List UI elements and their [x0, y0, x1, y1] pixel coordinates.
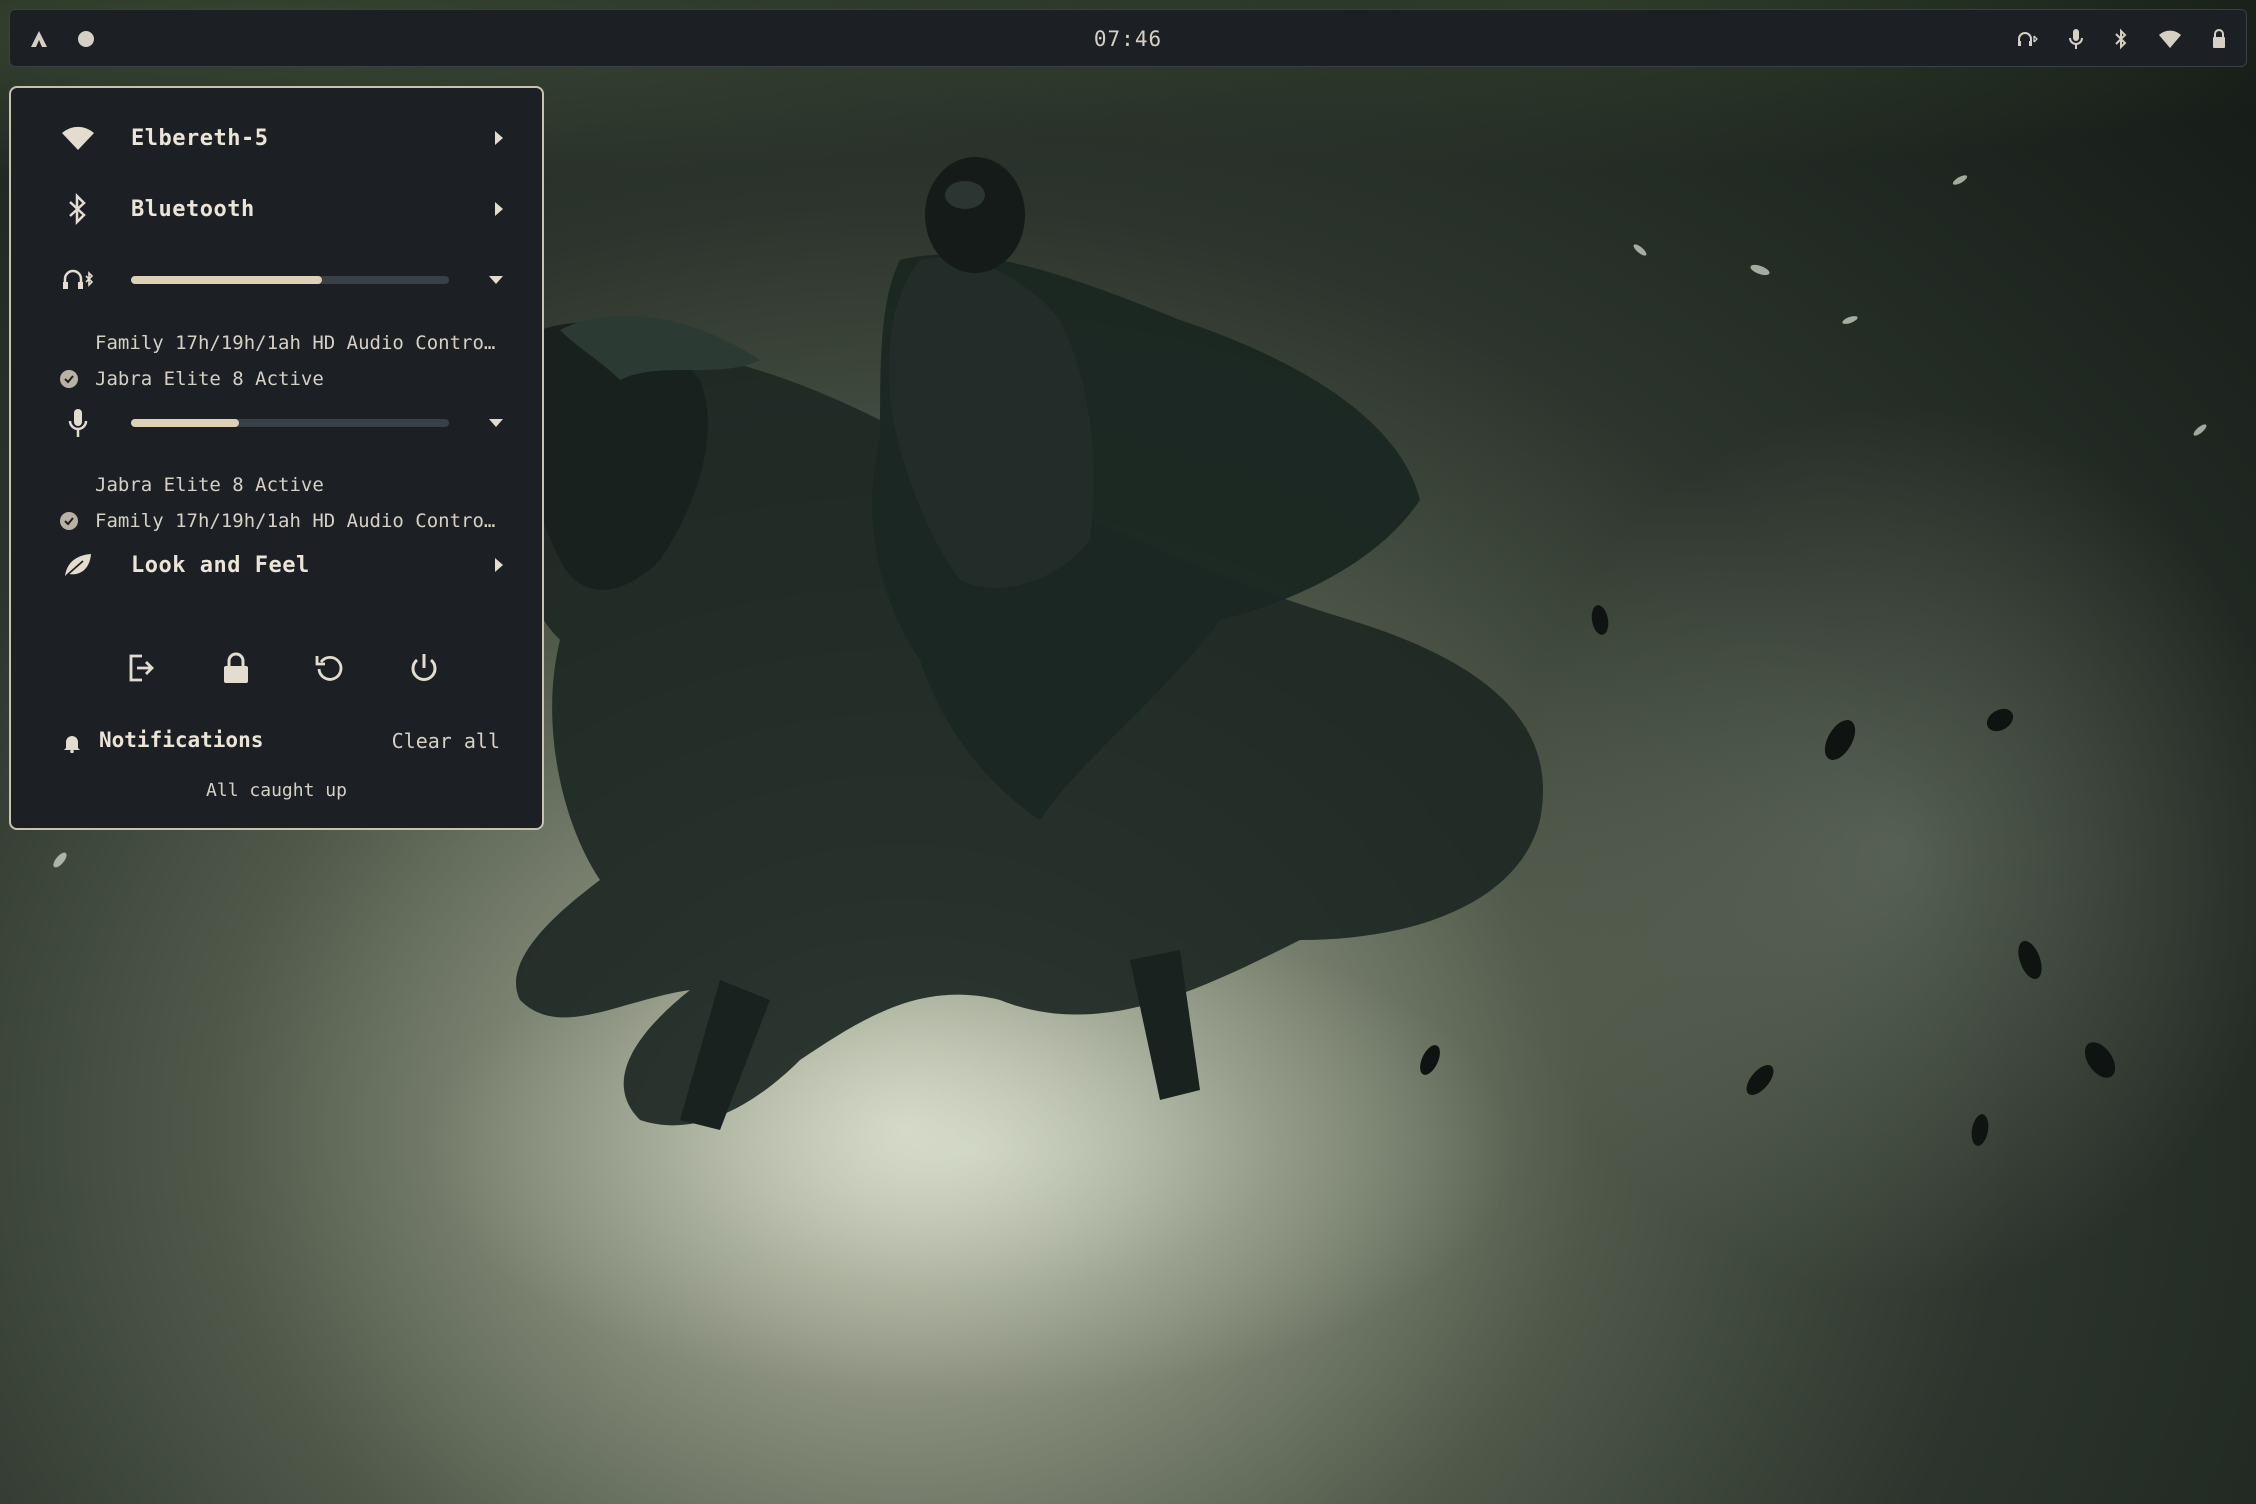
- input-device-item[interactable]: Jabra Elite 8 Active: [95, 474, 324, 496]
- wifi-status-icon[interactable]: [2158, 29, 2182, 49]
- chevron-down-icon[interactable]: [488, 418, 504, 428]
- notifications-title: Notifications: [99, 728, 264, 752]
- microphone-status-icon[interactable]: [2068, 28, 2084, 50]
- wifi-row[interactable]: Elbereth-5: [11, 118, 542, 158]
- chevron-right-icon[interactable]: [494, 557, 504, 573]
- wifi-icon: [61, 125, 95, 151]
- output-device-item[interactable]: Family 17h/19h/1ah HD Audio Contro…: [95, 332, 495, 354]
- headphones-status-icon[interactable]: [2016, 30, 2038, 48]
- output-device-item-selected[interactable]: Jabra Elite 8 Active: [95, 368, 324, 390]
- output-volume-fill: [131, 276, 322, 284]
- bluetooth-row[interactable]: Bluetooth: [11, 189, 542, 229]
- output-volume-row: [11, 260, 542, 300]
- logout-icon[interactable]: [116, 643, 166, 693]
- notifications-empty-text: All caught up: [206, 780, 347, 801]
- look-and-feel-label: Look and Feel: [131, 552, 310, 578]
- lock-icon[interactable]: [211, 643, 261, 693]
- clear-all-button[interactable]: Clear all: [392, 729, 500, 753]
- restart-icon[interactable]: [305, 643, 355, 693]
- microphone-icon: [61, 407, 95, 439]
- input-volume-row: [11, 403, 542, 443]
- system-tray: [2016, 10, 2226, 68]
- headphones-bluetooth-icon: [61, 269, 95, 291]
- chevron-right-icon[interactable]: [494, 201, 504, 217]
- bell-icon: [63, 733, 81, 757]
- bluetooth-icon: [61, 193, 95, 225]
- lock-status-icon[interactable]: [2212, 29, 2226, 49]
- launcher-icon[interactable]: [28, 28, 50, 50]
- top-bar-left: [28, 10, 96, 68]
- look-and-feel-row[interactable]: Look and Feel: [11, 545, 542, 585]
- session-actions: [11, 643, 542, 693]
- check-icon: [60, 370, 78, 388]
- clock[interactable]: 07:46: [10, 10, 2246, 68]
- output-volume-slider[interactable]: [131, 276, 449, 284]
- top-bar: 07:46: [9, 9, 2247, 67]
- bluetooth-status-icon[interactable]: [2114, 28, 2128, 50]
- wifi-network-label: Elbereth-5: [131, 125, 269, 151]
- quick-settings-panel: Elbereth-5 Bluetooth Family 17h/19h/1ah …: [9, 86, 544, 830]
- input-volume-fill: [131, 419, 240, 427]
- chevron-down-icon[interactable]: [488, 275, 504, 285]
- chevron-right-icon[interactable]: [494, 130, 504, 146]
- power-icon[interactable]: [399, 643, 449, 693]
- check-icon: [60, 512, 78, 530]
- leaf-icon: [61, 552, 95, 578]
- bluetooth-label: Bluetooth: [131, 196, 255, 222]
- input-volume-slider[interactable]: [131, 419, 449, 427]
- input-device-item-selected[interactable]: Family 17h/19h/1ah HD Audio Contro…: [95, 510, 495, 532]
- workspace-indicator-icon[interactable]: [76, 29, 96, 49]
